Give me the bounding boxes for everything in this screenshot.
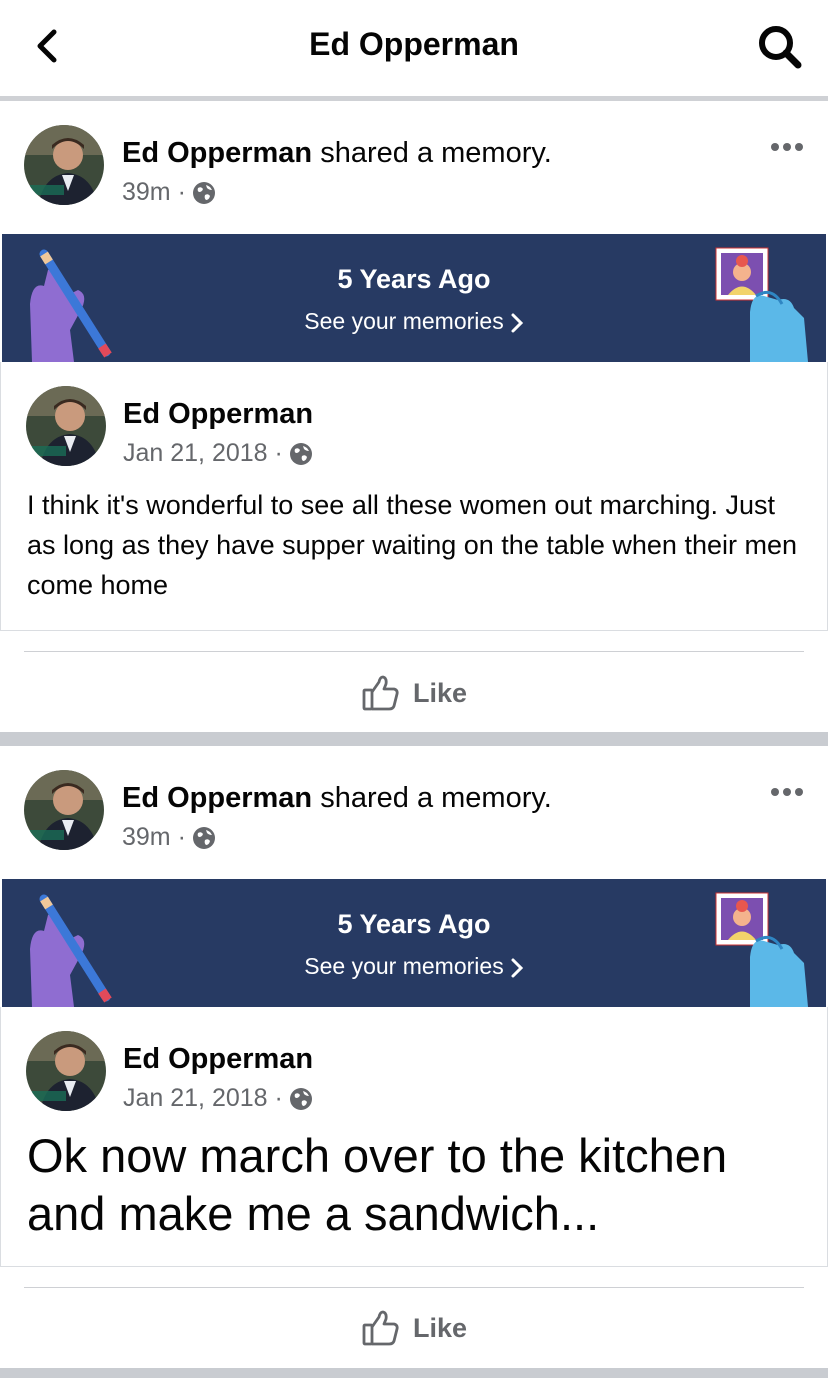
memory-author-name[interactable]: Ed Opperman xyxy=(123,1043,313,1076)
chevron-right-icon xyxy=(511,313,523,333)
action-separator xyxy=(24,1287,804,1288)
feed-post: Ed Opperman shared a memory. 39m · 5 Yea… xyxy=(0,746,828,1368)
thumbs-up-icon xyxy=(362,1310,399,1346)
memories-banner[interactable]: 5 Years Ago See your memories xyxy=(2,234,826,362)
memory-meta: Jan 21, 2018 · xyxy=(123,439,313,468)
photo-hand-illustration xyxy=(715,892,808,1007)
post-action: shared a memory. xyxy=(312,137,552,169)
post-meta: 39m · xyxy=(122,178,216,207)
chevron-right-icon xyxy=(511,958,523,978)
see-memories-link[interactable]: See your memories xyxy=(2,953,826,980)
thumbs-up-icon xyxy=(362,675,399,711)
page-title: Ed Opperman xyxy=(309,26,519,62)
avatar[interactable] xyxy=(26,1031,106,1111)
memory-text: I think it's wonderful to see all these … xyxy=(27,490,797,600)
like-button[interactable]: Like xyxy=(0,668,828,718)
feed-post: Ed Opperman shared a memory. 39m · 5 Yea… xyxy=(0,101,828,732)
see-memories-label: See your memories xyxy=(304,308,504,334)
banner-title: 5 Years Ago xyxy=(337,909,491,939)
post-divider xyxy=(0,1368,828,1378)
like-button[interactable]: Like xyxy=(0,1303,828,1353)
post-time[interactable]: 39m · xyxy=(122,178,186,207)
post-header-text: Ed Opperman shared a memory. xyxy=(122,782,552,815)
author-name[interactable]: Ed Opperman xyxy=(122,782,312,814)
memory-author-name[interactable]: Ed Opperman xyxy=(123,398,313,431)
see-memories-link[interactable]: See your memories xyxy=(2,308,826,335)
post-header-text: Ed Opperman shared a memory. xyxy=(122,137,552,170)
memory-meta: Jan 21, 2018 · xyxy=(123,1084,313,1113)
see-memories-label: See your memories xyxy=(304,953,504,979)
memory-card[interactable]: Ed Opperman Jan 21, 2018 · Ok now march … xyxy=(0,1007,828,1267)
globe-icon xyxy=(289,442,312,465)
pencil-hand-illustration xyxy=(30,894,112,1007)
banner-title: 5 Years Ago xyxy=(337,264,491,294)
avatar[interactable] xyxy=(24,770,104,850)
globe-icon xyxy=(192,181,215,204)
memory-text: Ok now march over to the kitchen and mak… xyxy=(27,1129,728,1240)
photo-hand-illustration xyxy=(715,247,808,362)
search-icon[interactable] xyxy=(754,22,804,70)
memory-date[interactable]: Jan 21, 2018 · xyxy=(123,439,283,468)
post-meta: 39m · xyxy=(122,823,216,852)
like-label: Like xyxy=(412,677,468,708)
action-separator xyxy=(24,651,804,652)
memories-banner[interactable]: 5 Years Ago See your memories xyxy=(2,879,826,1007)
top-bar: Ed Opperman xyxy=(0,0,828,96)
post-time[interactable]: 39m · xyxy=(122,823,186,852)
more-icon[interactable] xyxy=(770,787,804,797)
pencil-hand-illustration xyxy=(30,249,112,362)
author-name[interactable]: Ed Opperman xyxy=(122,137,312,169)
post-action: shared a memory. xyxy=(312,782,552,814)
globe-icon xyxy=(289,1087,312,1110)
avatar[interactable] xyxy=(24,125,104,205)
memory-date[interactable]: Jan 21, 2018 · xyxy=(123,1084,283,1113)
avatar[interactable] xyxy=(26,386,106,466)
memory-card[interactable]: Ed Opperman Jan 21, 2018 · I think it's … xyxy=(0,362,828,631)
globe-icon xyxy=(192,826,215,849)
post-divider xyxy=(0,732,828,746)
like-label: Like xyxy=(412,1312,468,1343)
more-icon[interactable] xyxy=(770,142,804,152)
